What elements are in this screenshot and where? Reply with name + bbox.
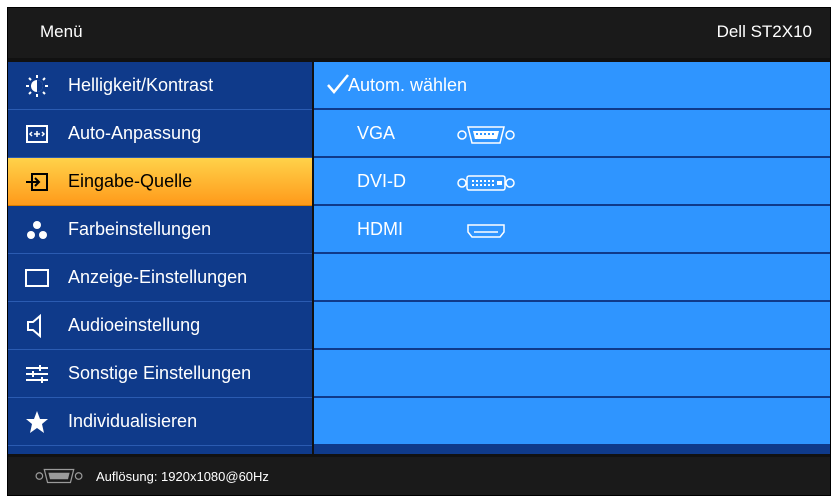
menu-item-other-settings[interactable]: Sonstige Einstellungen — [8, 350, 312, 398]
option-auto-select[interactable]: Autom. wählen — [314, 62, 830, 110]
empty-row — [314, 398, 830, 446]
menu-item-label: Eingabe-Quelle — [68, 171, 193, 191]
menu-item-label: Individualisieren — [68, 411, 198, 431]
status-bar: Auflösung: 1920x1080@60Hz — [8, 457, 830, 495]
menu-item-label: Farbeinstellungen — [68, 219, 212, 239]
vga-connector-icon — [456, 124, 516, 151]
model-name: Dell ST2X10 — [716, 22, 812, 41]
menu-item-label: Audioeinstellung — [68, 315, 201, 335]
auto-select-label: Autom. wählen — [348, 75, 468, 95]
osd-window: Menü Dell ST2X10 Helligkeit/Kontrast Aut… — [7, 7, 831, 496]
osd-header: Menü Dell ST2X10 — [8, 8, 830, 58]
menu-item-audio[interactable]: Audioeinstellung — [8, 302, 312, 350]
menu-item-label: Sonstige Einstellungen — [68, 363, 252, 383]
main-menu: Helligkeit/Kontrast Auto-Anpassung Einga… — [8, 62, 312, 454]
hdmi-connector-icon — [456, 220, 516, 247]
menu-item-label: Auto-Anpassung — [68, 123, 202, 143]
menu-item-display-settings[interactable]: Anzeige-Einstellungen — [8, 254, 312, 302]
menu-item-label: Helligkeit/Kontrast — [68, 75, 214, 95]
color-settings-icon — [24, 218, 50, 242]
auto-adjust-icon — [24, 122, 50, 146]
dvi-connector-icon — [456, 172, 516, 199]
menu-item-auto-adjust[interactable]: Auto-Anpassung — [8, 110, 312, 158]
menu-item-input-source[interactable]: Eingabe-Quelle — [8, 158, 312, 206]
menu-item-brightness-contrast[interactable]: Helligkeit/Kontrast — [8, 62, 312, 110]
resolution-info: Auflösung: 1920x1080@60Hz — [96, 469, 269, 484]
vga-connector-icon — [32, 467, 86, 488]
submenu-input-source: Autom. wählen VGA DVI-D HDMI — [314, 62, 830, 454]
checkmark-icon — [326, 72, 350, 96]
empty-row — [314, 254, 830, 302]
menu-item-personalize[interactable]: Individualisieren — [8, 398, 312, 446]
input-source-icon — [24, 170, 50, 194]
option-label: DVI-D — [357, 171, 406, 191]
display-settings-icon — [24, 266, 50, 290]
menu-title: Menü — [40, 22, 83, 41]
option-label: VGA — [357, 123, 396, 143]
option-hdmi[interactable]: HDMI — [314, 206, 830, 254]
brightness-icon — [24, 74, 50, 98]
speaker-icon — [24, 314, 50, 338]
option-vga[interactable]: VGA — [314, 110, 830, 158]
star-icon — [24, 410, 50, 434]
option-dvi-d[interactable]: DVI-D — [314, 158, 830, 206]
sliders-icon — [24, 362, 50, 386]
empty-row — [314, 302, 830, 350]
empty-row — [314, 350, 830, 398]
option-label: HDMI — [357, 219, 403, 239]
menu-item-color-settings[interactable]: Farbeinstellungen — [8, 206, 312, 254]
menu-item-label: Anzeige-Einstellungen — [68, 267, 248, 287]
